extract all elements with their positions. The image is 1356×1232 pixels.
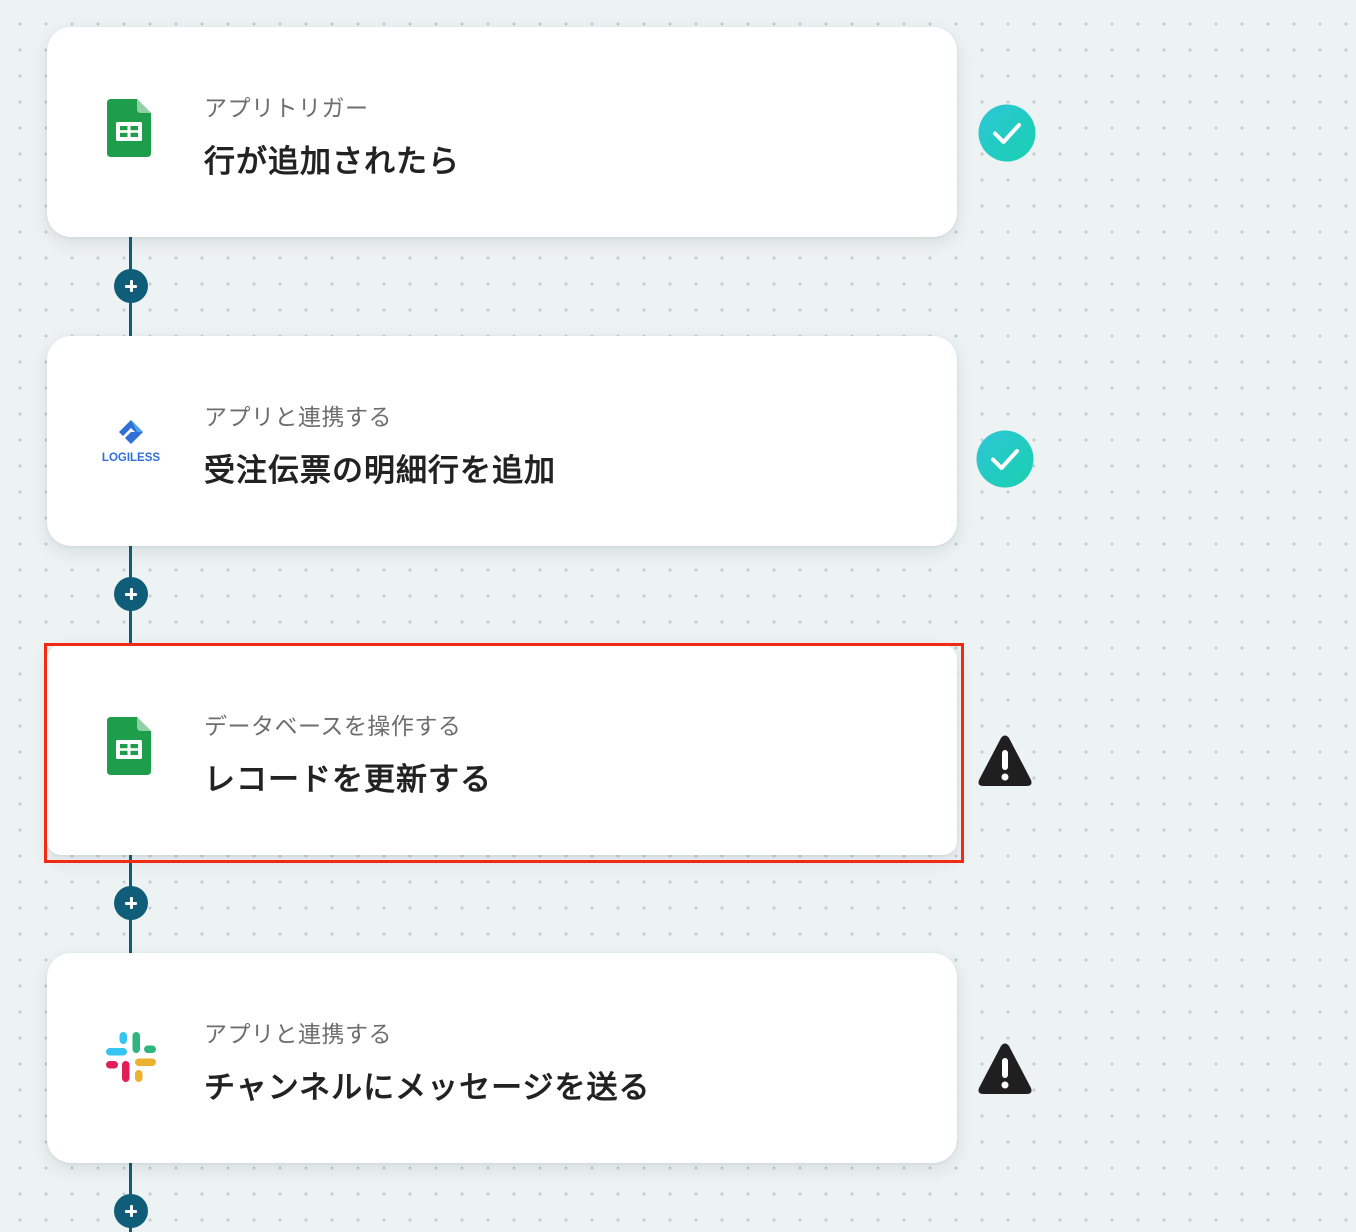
success-check-icon xyxy=(977,103,1037,163)
step-category: アプリと連携する xyxy=(204,1022,392,1048)
step-category: データベースを操作する xyxy=(204,714,462,740)
slack-icon xyxy=(103,1029,159,1085)
plus-icon xyxy=(125,280,137,292)
plus-icon xyxy=(125,1205,137,1217)
add-step-button[interactable] xyxy=(114,886,148,920)
add-step-button[interactable] xyxy=(114,1194,148,1228)
flow-step-card[interactable]: アプリトリガー 行が追加されたら xyxy=(47,27,957,237)
warning-icon xyxy=(975,1042,1035,1102)
logiless-icon: LOGILESS xyxy=(99,416,163,466)
step-title: チャンネルにメッセージを送る xyxy=(204,1070,651,1106)
step-title: 行が追加されたら xyxy=(204,144,460,180)
flow-step-card-selected[interactable]: データベースを操作する レコードを更新する xyxy=(47,645,957,855)
plus-icon xyxy=(125,897,137,909)
plus-icon xyxy=(125,588,137,600)
flow-step-card[interactable]: アプリと連携する チャンネルにメッセージを送る xyxy=(47,953,957,1163)
step-category: アプリと連携する xyxy=(204,405,392,431)
add-step-button[interactable] xyxy=(114,577,148,611)
google-sheets-icon xyxy=(103,99,159,159)
google-sheets-icon xyxy=(103,717,159,777)
svg-text:LOGILESS: LOGILESS xyxy=(102,452,160,464)
add-step-button[interactable] xyxy=(114,269,148,303)
step-category: アプリトリガー xyxy=(204,96,369,122)
step-title: レコードを更新する xyxy=(204,762,492,798)
success-check-icon xyxy=(975,429,1035,489)
flow-step-card[interactable]: LOGILESS アプリと連携する 受注伝票の明細行を追加 xyxy=(47,336,957,546)
warning-icon xyxy=(975,734,1035,794)
step-title: 受注伝票の明細行を追加 xyxy=(204,453,556,489)
